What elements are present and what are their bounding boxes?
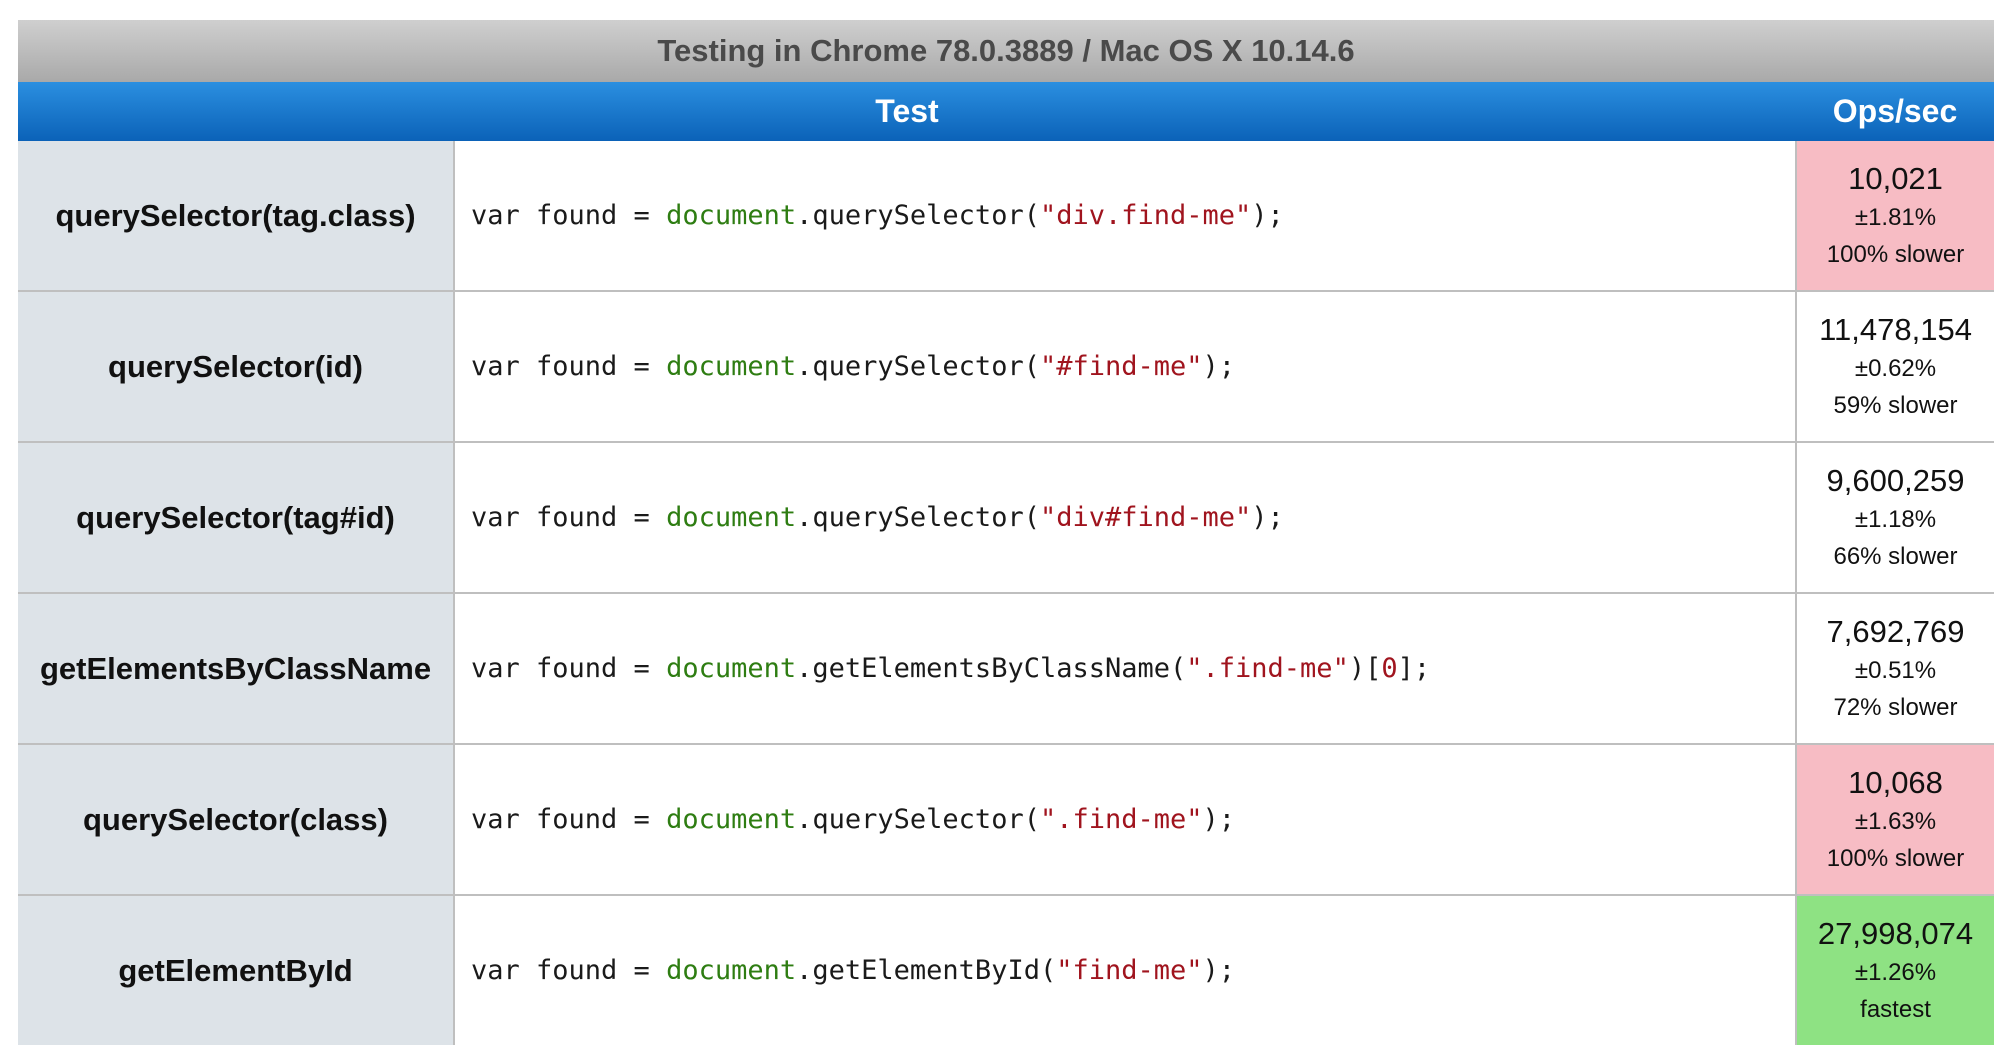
code-index-open: [ <box>1365 653 1382 684</box>
table-row: getElementsByClassName var found = docum… <box>18 592 1995 744</box>
ops-result: 11,478,154 ±0.62% 59% slower <box>1796 290 1995 442</box>
code-argument: "div#find-me" <box>1039 502 1252 533</box>
test-name: querySelector(class) <box>18 743 455 895</box>
test-code: var found = document.querySelector("#fin… <box>454 290 1797 442</box>
benchmark-results: Testing in Chrome 78.0.3889 / Mac OS X 1… <box>18 20 1995 1045</box>
ops-relative: 100% slower <box>1826 240 1965 268</box>
table-caption: Testing in Chrome 78.0.3889 / Mac OS X 1… <box>18 20 1995 82</box>
code-method: .querySelector( <box>796 200 1040 231</box>
ops-error: ±1.18% <box>1854 505 1937 533</box>
code-index: 0 <box>1381 653 1398 684</box>
test-code: var found = document.getElementsByClassN… <box>454 592 1797 744</box>
code-suffix: ); <box>1202 804 1236 835</box>
code-object: document <box>666 955 797 986</box>
ops-relative: 66% slower <box>1833 542 1958 570</box>
test-name: getElementsByClassName <box>18 592 455 744</box>
code-argument: ".find-me" <box>1186 653 1349 684</box>
code-argument: ".find-me" <box>1039 804 1203 835</box>
code-prefix: var found = <box>471 955 667 986</box>
test-name: querySelector(tag.class) <box>18 141 455 291</box>
test-code: var found = document.querySelector(".fin… <box>454 743 1797 895</box>
ops-result: 27,998,074 ±1.26% fastest <box>1796 894 1995 1045</box>
code-prefix: var found = <box>471 502 667 533</box>
code-prefix: var found = <box>471 351 667 382</box>
code-method: .querySelector( <box>796 804 1040 835</box>
test-column-header: Test <box>18 82 1796 141</box>
header-row: Test Ops/sec <box>18 82 1995 141</box>
code-argument: "div.find-me" <box>1039 200 1252 231</box>
ops-value: 9,600,259 <box>1826 462 1965 498</box>
table-row: querySelector(tag.class) var found = doc… <box>18 141 1995 291</box>
ops-column-header: Ops/sec <box>1796 82 1995 141</box>
test-code: var found = document.querySelector("div.… <box>454 141 1797 291</box>
test-code: var found = document.querySelector("div#… <box>454 441 1797 593</box>
code-prefix: var found = <box>471 653 667 684</box>
ops-result: 10,068 ±1.63% 100% slower <box>1796 743 1995 895</box>
ops-error: ±0.51% <box>1854 656 1937 684</box>
code-method: .getElementById( <box>796 955 1057 986</box>
code-suffix: ); <box>1251 200 1284 231</box>
table-row: querySelector(class) var found = documen… <box>18 743 1995 895</box>
table-row: querySelector(tag#id) var found = docume… <box>18 441 1995 593</box>
code-object: document <box>666 804 797 835</box>
ops-relative: 100% slower <box>1826 844 1965 872</box>
code-prefix: var found = <box>471 804 667 835</box>
table-row: getElementById var found = document.getE… <box>18 894 1995 1045</box>
test-name: querySelector(tag#id) <box>18 441 455 593</box>
ops-value: 10,068 <box>1848 764 1943 800</box>
ops-result: 7,692,769 ±0.51% 72% slower <box>1796 592 1995 744</box>
code-argument: "find-me" <box>1056 955 1203 986</box>
ops-value: 10,021 <box>1848 160 1943 196</box>
code-object: document <box>666 502 797 533</box>
ops-value: 7,692,769 <box>1826 613 1965 649</box>
ops-value: 27,998,074 <box>1817 915 1974 951</box>
code-suffix: ); <box>1202 955 1236 986</box>
table-row: querySelector(id) var found = document.q… <box>18 290 1995 442</box>
code-argument: "#find-me" <box>1039 351 1203 382</box>
code-suffix: ) <box>1348 653 1366 684</box>
test-code: var found = document.getElementById("fin… <box>454 894 1797 1045</box>
test-name: getElementById <box>18 894 455 1045</box>
code-method: .querySelector( <box>796 502 1040 533</box>
ops-relative: fastest <box>1860 995 1931 1023</box>
caption-row: Testing in Chrome 78.0.3889 / Mac OS X 1… <box>18 20 1995 82</box>
ops-error: ±1.26% <box>1854 958 1937 986</box>
ops-error: ±1.81% <box>1854 203 1937 231</box>
code-suffix: ); <box>1251 502 1284 533</box>
code-index-close: ]; <box>1397 653 1431 684</box>
ops-relative: 72% slower <box>1833 693 1958 721</box>
test-name: querySelector(id) <box>18 290 455 442</box>
code-prefix: var found = <box>471 200 667 231</box>
code-method: .querySelector( <box>796 351 1040 382</box>
results-table: Testing in Chrome 78.0.3889 / Mac OS X 1… <box>18 20 1995 1045</box>
code-object: document <box>666 351 797 382</box>
code-method: .getElementsByClassName( <box>796 653 1187 684</box>
ops-result: 9,600,259 ±1.18% 66% slower <box>1796 441 1995 593</box>
code-object: document <box>666 653 797 684</box>
code-suffix: ); <box>1202 351 1236 382</box>
ops-value: 11,478,154 <box>1819 311 1972 347</box>
ops-error: ±0.62% <box>1854 354 1937 382</box>
ops-error: ±1.63% <box>1854 807 1937 835</box>
code-object: document <box>666 200 797 231</box>
ops-relative: 59% slower <box>1833 391 1958 419</box>
ops-result: 10,021 ±1.81% 100% slower <box>1796 141 1995 291</box>
